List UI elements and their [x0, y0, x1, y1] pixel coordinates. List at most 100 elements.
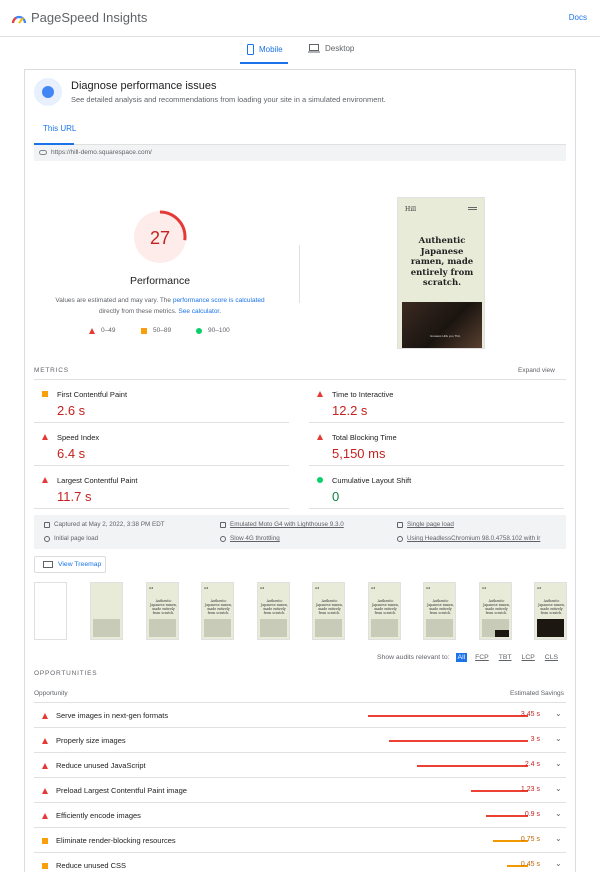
frame-brand: Hill	[482, 586, 487, 590]
frame-placeholder	[371, 619, 398, 637]
metric-fcp: First Contentful Paint 2.6 s	[34, 380, 289, 423]
tab-mobile-label: Mobile	[259, 45, 283, 54]
chevron-down-icon[interactable]: ⌄	[555, 859, 562, 868]
env-captured-text: Captured at May 2, 2022, 3:38 PM EDT	[54, 521, 165, 528]
opportunity-row[interactable]: Reduce unused CSS 0.45 s ⌄	[34, 853, 566, 872]
frame-placeholder	[93, 619, 120, 637]
metric-title: First Contentful Paint	[57, 390, 128, 399]
fail-triangle-icon	[42, 813, 48, 819]
env-load-text[interactable]: Single page load	[407, 521, 454, 528]
filter-all[interactable]: All	[455, 653, 468, 662]
opportunity-row[interactable]: Preload Largest Contentful Paint image 1.…	[34, 778, 566, 803]
opportunity-row[interactable]: Eliminate render-blocking resources 0.75 …	[34, 828, 566, 853]
report-card: Diagnose performance issues See detailed…	[24, 69, 576, 872]
filmstrip-frame	[90, 582, 123, 640]
filter-label: Show audits relevant to:	[377, 654, 450, 661]
average-square-icon	[141, 327, 147, 334]
legend-average: 50–89	[141, 327, 171, 334]
frame-headline: Authentic Japanese ramen, made entirely …	[427, 599, 454, 615]
screenshot-headline: Authentic Japanese ramen, made entirely …	[410, 236, 474, 288]
chevron-down-icon[interactable]: ⌄	[555, 809, 562, 818]
frame-placeholder	[149, 619, 176, 637]
note-text-2: directly from these metrics.	[98, 308, 179, 315]
final-screenshot[interactable]: Hill Authentic Japanese ramen, made enti…	[397, 197, 485, 349]
see-calculator-link[interactable]: See calculator	[178, 308, 219, 315]
fail-triangle-icon	[42, 763, 48, 769]
frame-headline: Authentic Japanese ramen, made entirely …	[538, 599, 565, 615]
chevron-down-icon[interactable]: ⌄	[555, 759, 562, 768]
frame-headline: Authentic Japanese ramen, made entirely …	[483, 599, 510, 615]
filmstrip-frame: Hill Authentic Japanese ramen, made entir…	[423, 582, 456, 640]
opportunity-row[interactable]: Serve images in next-gen formats 3.45 s ⌄	[34, 703, 566, 728]
chevron-down-icon[interactable]: ⌄	[555, 734, 562, 743]
frame-brand: Hill	[426, 586, 431, 590]
filter-fcp[interactable]: FCP	[473, 653, 491, 662]
screenshot-photo: Greatest Hills you Thin	[402, 302, 482, 348]
legend-pass-label: 90–100	[208, 327, 230, 334]
savings-value: 3.45 s	[520, 711, 540, 718]
metric-value: 5,150 ms	[332, 446, 386, 461]
env-device-text[interactable]: Emulated Moto G4 with Lighthouse 9.3.0	[230, 521, 344, 528]
screenshot-caption: Greatest Hills you Thin	[430, 334, 461, 338]
frame-photo	[537, 619, 564, 637]
filmstrip-frame: Hill Authentic Japanese ramen, made entir…	[312, 582, 345, 640]
top-bar: PageSpeed Insights Docs	[0, 0, 600, 37]
brand-title[interactable]: PageSpeed Insights	[31, 10, 147, 25]
env-browser-text[interactable]: Using HeadlessChromium 98.0.4758.102 wit…	[407, 535, 540, 542]
savings-bar	[388, 740, 528, 742]
metric-tti: Time to Interactive 12.2 s	[309, 380, 564, 423]
legend-average-label: 50–89	[153, 327, 172, 334]
env-initial: Initial page load	[44, 535, 98, 542]
filter-lcp[interactable]: LCP	[520, 653, 537, 662]
score-calculated-link[interactable]: performance score is calculated	[173, 297, 265, 304]
filter-tbt[interactable]: TBT	[497, 653, 514, 662]
frame-photo	[495, 630, 509, 637]
performance-note: Values are estimated and may vary. The p…	[43, 295, 277, 317]
fail-triangle-icon	[42, 788, 48, 794]
frame-headline: Authentic Japanese ramen, made entirely …	[150, 599, 177, 615]
tested-url[interactable]: https://hill-demo.squarespace.com/	[51, 149, 152, 156]
expand-view-toggle[interactable]: Expand view	[518, 367, 555, 374]
pagespeed-logo-icon	[11, 15, 27, 24]
filter-cls[interactable]: CLS	[543, 653, 560, 662]
opportunity-row[interactable]: Reduce unused JavaScript 2.4 s ⌄	[34, 753, 566, 778]
filmstrip-frame: Hill Authentic Japanese ramen, made entir…	[146, 582, 179, 640]
screenshot-brand: Hill	[405, 206, 416, 213]
chevron-down-icon[interactable]: ⌄	[555, 834, 562, 843]
chevron-down-icon[interactable]: ⌄	[555, 709, 562, 718]
filmstrip-frame: Hill Authentic Japanese ramen, made entir…	[201, 582, 234, 640]
env-throttling-text[interactable]: Slow 4G throttling	[230, 535, 280, 542]
tab-desktop[interactable]: Desktop	[308, 44, 354, 53]
device-tabs: Mobile Desktop	[0, 38, 600, 64]
opportunity-row[interactable]: Properly size images 3 s ⌄	[34, 728, 566, 753]
fail-triangle-icon	[42, 713, 48, 719]
frame-headline: Authentic Japanese ramen, made entirely …	[261, 599, 288, 615]
docs-link[interactable]: Docs	[569, 13, 587, 22]
savings-column-header: Estimated Savings	[510, 690, 564, 697]
opportunity-row[interactable]: Efficiently encode images 0.9 s ⌄	[34, 803, 566, 828]
tab-this-url[interactable]: This URL	[43, 124, 76, 133]
opportunity-column-header: Opportunity	[34, 690, 68, 697]
metric-cls: Cumulative Layout Shift 0	[309, 466, 564, 509]
view-treemap-button[interactable]: View Treemap	[34, 556, 106, 573]
opportunity-title: Properly size images	[56, 736, 126, 745]
chevron-down-icon[interactable]: ⌄	[555, 784, 562, 793]
tab-mobile[interactable]: Mobile	[247, 44, 283, 55]
savings-value: 3 s	[530, 736, 540, 743]
metric-title: Cumulative Layout Shift	[332, 476, 412, 485]
frame-headline: Authentic Japanese ramen, made entirely …	[205, 599, 232, 615]
opportunity-title: Efficiently encode images	[56, 811, 141, 820]
frame-brand: Hill	[315, 586, 320, 590]
vertical-divider	[299, 245, 300, 303]
savings-value: 0.75 s	[520, 836, 540, 843]
frame-brand: Hill	[371, 586, 376, 590]
wifi-icon	[220, 535, 226, 542]
fail-triangle-icon	[89, 327, 95, 334]
metric-title: Speed Index	[57, 433, 100, 442]
env-browser: Using HeadlessChromium 98.0.4758.102 wit…	[397, 535, 565, 542]
metric-value: 11.7 s	[57, 489, 92, 504]
metric-title: Time to Interactive	[332, 390, 394, 399]
filmstrip-frame: Hill Authentic Japanese ramen, made entir…	[479, 582, 512, 640]
savings-bar	[368, 715, 528, 717]
filmstrip-frame	[34, 582, 67, 640]
